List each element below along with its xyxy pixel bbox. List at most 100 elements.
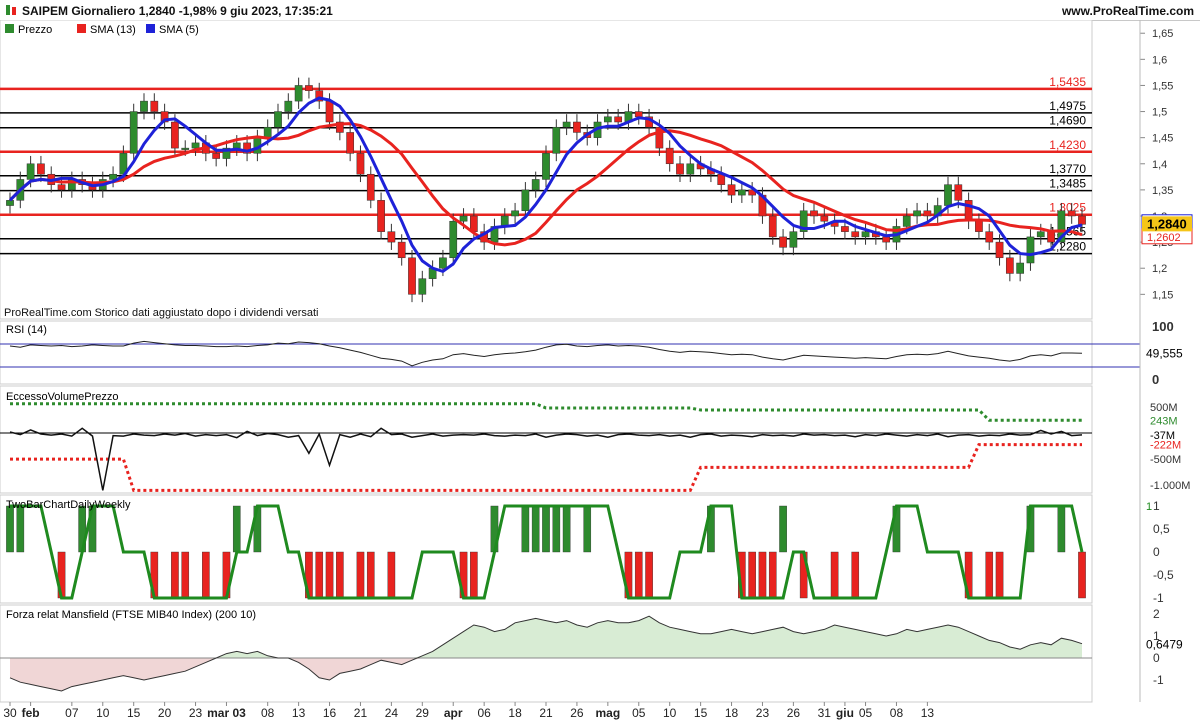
twobar-bar (830, 551, 839, 599)
price-axis: 1,651,61,551,51,451,41,351,31,251,21,15 (1140, 28, 1173, 301)
twobar-bar (634, 551, 643, 599)
price-tick-label: 1,4 (1152, 159, 1167, 171)
rsi-tick-label: 100 (1152, 319, 1174, 334)
candle (521, 189, 530, 212)
candle (1016, 262, 1025, 274)
twobar-bar (366, 551, 375, 599)
date-tick-label: giu (836, 706, 854, 720)
candle (779, 236, 787, 248)
candle (1005, 257, 1014, 274)
candle (975, 220, 983, 232)
date-tick-label: 30 (3, 706, 17, 720)
date-tick-label: 21 (539, 706, 553, 720)
candle (542, 153, 550, 180)
level-label-0: 1,5435 (1049, 75, 1086, 89)
twobar-bar (325, 551, 334, 599)
date-tick-label: 23 (189, 706, 203, 720)
twobar-bar (232, 505, 241, 553)
legend-prezzo[interactable]: Prezzo (18, 24, 52, 36)
site-url[interactable]: www.ProRealTime.com (1062, 4, 1194, 18)
candle (263, 126, 272, 138)
candle (181, 147, 190, 150)
candle (171, 121, 179, 149)
candle (902, 215, 911, 227)
date-tick-label: 16 (323, 706, 337, 720)
chart-title: SAIPEM Giornaliero 1,2840 -1,98% 9 giu 2… (22, 4, 333, 18)
chart-header: SAIPEM Giornaliero 1,2840 -1,98% 9 giu 2… (0, 0, 1200, 21)
mansfield-tick-label: 2 (1153, 607, 1160, 621)
candle (562, 121, 571, 128)
date-tick-label: 07 (65, 706, 79, 720)
date-tick-label: 18 (725, 706, 739, 720)
date-tick-label: mar 03 (207, 706, 246, 720)
candle-chart-icon[interactable] (4, 3, 18, 17)
mansfield-label[interactable]: Forza relat Mansfield (FTSE MIB40 Index)… (6, 609, 256, 621)
date-tick-label: 20 (158, 706, 172, 720)
candle (1067, 210, 1076, 217)
date-tick-label: 08 (890, 706, 904, 720)
legend-sma13[interactable]: SMA (13) (90, 24, 136, 36)
level-label-1: 1,4975 (1049, 99, 1086, 113)
candle (1078, 215, 1086, 225)
candle (954, 184, 963, 201)
mansfield-tick-label: 0 (1153, 651, 1160, 665)
twobar-tick-label: -1 (1153, 591, 1164, 605)
twobar-label[interactable]: TwoBarChartDailyWeekly (6, 499, 131, 511)
mansfield-panel: Forza relat Mansfield (FTSE MIB40 Index)… (0, 604, 1183, 703)
candle (913, 210, 921, 217)
price-tick-label: 1,15 (1152, 289, 1173, 301)
candle (737, 189, 746, 196)
twobar-bar (645, 551, 653, 599)
candle (573, 121, 581, 133)
mansfield-value-tag: 0,6479 (1146, 638, 1183, 652)
candle (861, 231, 870, 238)
candle (1026, 236, 1035, 264)
candle (459, 215, 468, 222)
candle (634, 111, 643, 118)
volume-label[interactable]: EccessoVolumePrezzo (6, 391, 119, 403)
candle (686, 163, 695, 175)
date-tick-label: 21 (354, 706, 368, 720)
date-tick-label: feb (22, 706, 40, 720)
candle (665, 147, 674, 165)
date-tick-label: 06 (477, 706, 491, 720)
volume-axis: 500M243M-37M-222M-500M-1.000M (1150, 402, 1190, 492)
candle (923, 210, 932, 217)
mansfield-axis: 210-10,6479 (1146, 607, 1183, 687)
candle (1036, 231, 1045, 238)
twobar-bar (387, 551, 396, 599)
candle (26, 163, 35, 180)
candle (397, 241, 406, 259)
candle (387, 231, 396, 243)
date-tick-label: 15 (127, 706, 141, 720)
price-tick-label: 1,35 (1152, 185, 1173, 197)
rsi-label[interactable]: RSI (14) (6, 324, 47, 336)
legend-sma5[interactable]: SMA (5) (159, 24, 199, 36)
price-panel: 1,5435 1,49751,4690 1,4230 1,37701,3485 1,30… (0, 20, 1193, 320)
date-tick-label: 18 (508, 706, 522, 720)
candle (232, 142, 241, 149)
candle (841, 226, 849, 232)
candle (366, 173, 375, 201)
candle (408, 257, 416, 295)
date-tick-label: 13 (292, 706, 306, 720)
candle (140, 100, 148, 112)
twobar-bar (6, 505, 14, 553)
candle (531, 179, 540, 191)
candle (274, 111, 282, 128)
candle (1047, 231, 1055, 243)
candle (57, 184, 66, 191)
candle (851, 231, 860, 238)
volume-tick-label: 243M (1150, 415, 1178, 427)
price-tick-label: 1,5 (1152, 107, 1167, 119)
candle (820, 215, 829, 222)
rsi-tick-label: 0 (1152, 372, 1159, 387)
candle (346, 132, 355, 154)
twobar-bar (552, 505, 561, 553)
twobar-bar (758, 551, 767, 599)
date-tick-label: 26 (570, 706, 584, 720)
volume-tick-label: -500M (1150, 454, 1181, 466)
twobar-panel: TwoBarChartDailyWeekly 10,50-0,5-11 (0, 494, 1174, 605)
date-tick-label: 05 (632, 706, 646, 720)
twobar-bar (851, 551, 860, 599)
